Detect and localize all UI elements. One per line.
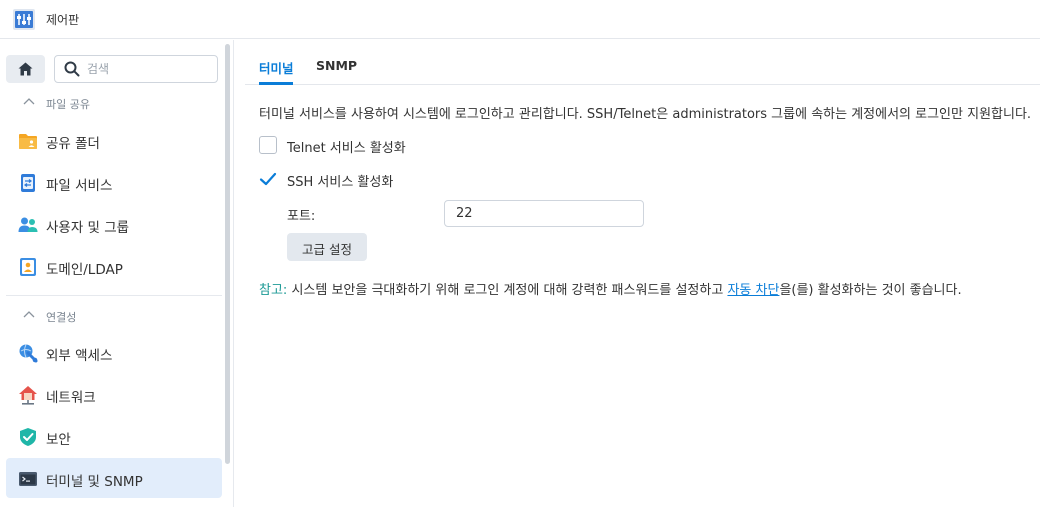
- note-body-before: 시스템 보안을 극대화하기 위해 로그인 계정에 대해 강력한 패스워드를 설정…: [287, 283, 728, 298]
- main-content: 터미널 SNMP 터미널 서비스를 사용하여 시스템에 로그인하고 관리합니다.…: [235, 40, 1040, 507]
- advanced-settings-label: 고급 설정: [302, 242, 352, 257]
- chevron-up-icon: [23, 311, 35, 318]
- ssh-label: SSH 서비스 활성화: [287, 175, 394, 190]
- tab-terminal[interactable]: 터미널: [259, 58, 294, 77]
- telnet-label: Telnet 서비스 활성화: [287, 141, 406, 156]
- terminal-icon: [18, 469, 38, 489]
- search-icon: [64, 61, 80, 77]
- section-title: 파일 공유: [46, 98, 90, 111]
- note-label: 참고:: [259, 283, 288, 298]
- sidebar-item-shared-folder[interactable]: 공유 폴더: [6, 120, 222, 160]
- sidebar-item-label: 파일 서비스: [46, 178, 113, 194]
- domain-ldap-icon: [18, 257, 38, 277]
- ssh-checkbox[interactable]: [259, 170, 277, 188]
- section-header-connectivity[interactable]: 연결성: [0, 303, 222, 329]
- network-icon: [18, 385, 38, 405]
- sidebar-item-label: 외부 액세스: [46, 348, 113, 364]
- port-label: 포트:: [287, 209, 316, 224]
- sidebar-item-label: 터미널 및 SNMP: [46, 474, 143, 490]
- active-tab-indicator: [259, 82, 293, 85]
- terminal-description: 터미널 서비스를 사용하여 시스템에 로그인하고 관리합니다. SSH/Teln…: [259, 107, 1032, 122]
- sidebar: 파일 공유 공유 폴더 파일 서비스: [0, 40, 234, 507]
- section-header-file-sharing[interactable]: 파일 공유: [0, 90, 222, 116]
- advanced-settings-button[interactable]: 고급 설정: [287, 233, 367, 261]
- home-icon: [18, 62, 33, 76]
- security-shield-icon: [18, 427, 38, 447]
- telnet-checkbox[interactable]: [259, 136, 277, 154]
- sidebar-item-terminal-snmp[interactable]: 터미널 및 SNMP: [6, 458, 222, 498]
- user-group-icon: [18, 215, 38, 235]
- checkmark-icon: [259, 172, 277, 186]
- sidebar-item-label: 보안: [46, 432, 71, 448]
- sidebar-divider: [6, 295, 222, 296]
- sidebar-item-label: 도메인/LDAP: [46, 262, 123, 278]
- section-title: 연결성: [46, 311, 77, 324]
- search-box[interactable]: [54, 55, 218, 83]
- sidebar-item-domain-ldap[interactable]: 도메인/LDAP: [6, 246, 222, 286]
- file-services-icon: [18, 173, 38, 193]
- port-value: 22: [456, 206, 473, 221]
- shared-folder-icon: [18, 131, 38, 151]
- sidebar-item-label: 사용자 및 그룹: [46, 220, 130, 236]
- tab-snmp[interactable]: SNMP: [316, 58, 357, 73]
- note-text: 참고: 시스템 보안을 극대화하기 위해 로그인 계정에 대해 강력한 패스워드…: [259, 279, 962, 298]
- window-title: 제어판: [46, 13, 80, 27]
- search-input[interactable]: [87, 60, 207, 78]
- chevron-up-icon: [23, 98, 35, 105]
- sidebar-item-security[interactable]: 보안: [6, 416, 222, 456]
- home-button[interactable]: [6, 55, 45, 83]
- tab-bar: 터미널 SNMP: [245, 40, 1040, 85]
- port-field[interactable]: 22: [444, 200, 644, 227]
- control-panel-icon: [12, 7, 36, 31]
- sidebar-item-user-group[interactable]: 사용자 및 그룹: [6, 204, 222, 244]
- sidebar-item-file-services[interactable]: 파일 서비스: [6, 162, 222, 202]
- title-bar: 제어판: [0, 0, 1040, 39]
- sidebar-item-external-access[interactable]: 외부 액세스: [6, 332, 222, 372]
- sidebar-item-label: 네트워크: [46, 390, 96, 406]
- sidebar-item-label: 공유 폴더: [46, 136, 100, 152]
- external-access-icon: [18, 343, 38, 363]
- sidebar-item-network[interactable]: 네트워크: [6, 374, 222, 414]
- sidebar-scrollbar[interactable]: [225, 44, 230, 464]
- note-body-after: 을(를) 활성화하는 것이 좋습니다.: [779, 283, 962, 298]
- auto-block-link[interactable]: 자동 차단: [727, 283, 779, 298]
